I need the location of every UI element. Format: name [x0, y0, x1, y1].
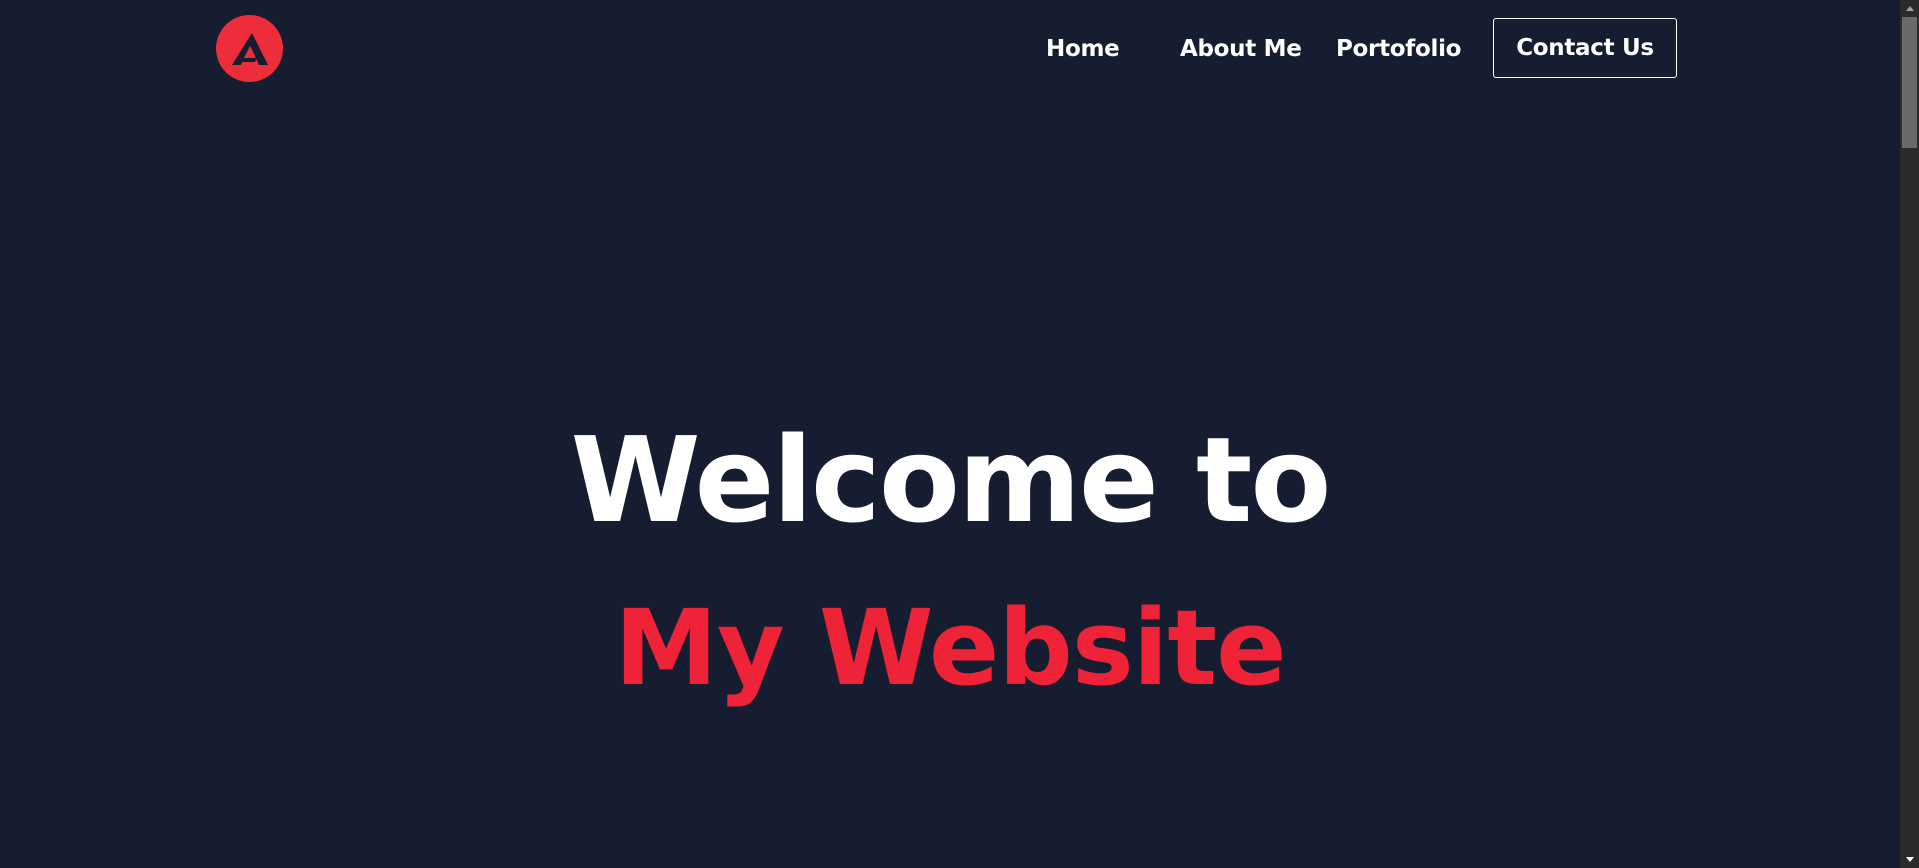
hero-title: Welcome to	[570, 411, 1332, 549]
vertical-scrollbar[interactable]	[1900, 0, 1919, 868]
hero-subtitle: My Website	[614, 587, 1286, 709]
scrollbar-thumb[interactable]	[1902, 17, 1917, 148]
nav-link-portfolio[interactable]: Portofolio	[1336, 34, 1461, 64]
nav-link-about-me[interactable]: About Me	[1180, 34, 1302, 64]
scroll-down-arrow-icon[interactable]	[1900, 851, 1919, 868]
contact-us-button[interactable]: Contact Us	[1493, 18, 1677, 78]
nav-link-home[interactable]: Home	[1046, 34, 1120, 64]
top-navigation: Home About Me Portofolio Contact Us	[0, 0, 1900, 100]
scroll-up-arrow-icon[interactable]	[1900, 0, 1919, 17]
page: Home About Me Portofolio Contact Us Welc…	[0, 0, 1919, 868]
